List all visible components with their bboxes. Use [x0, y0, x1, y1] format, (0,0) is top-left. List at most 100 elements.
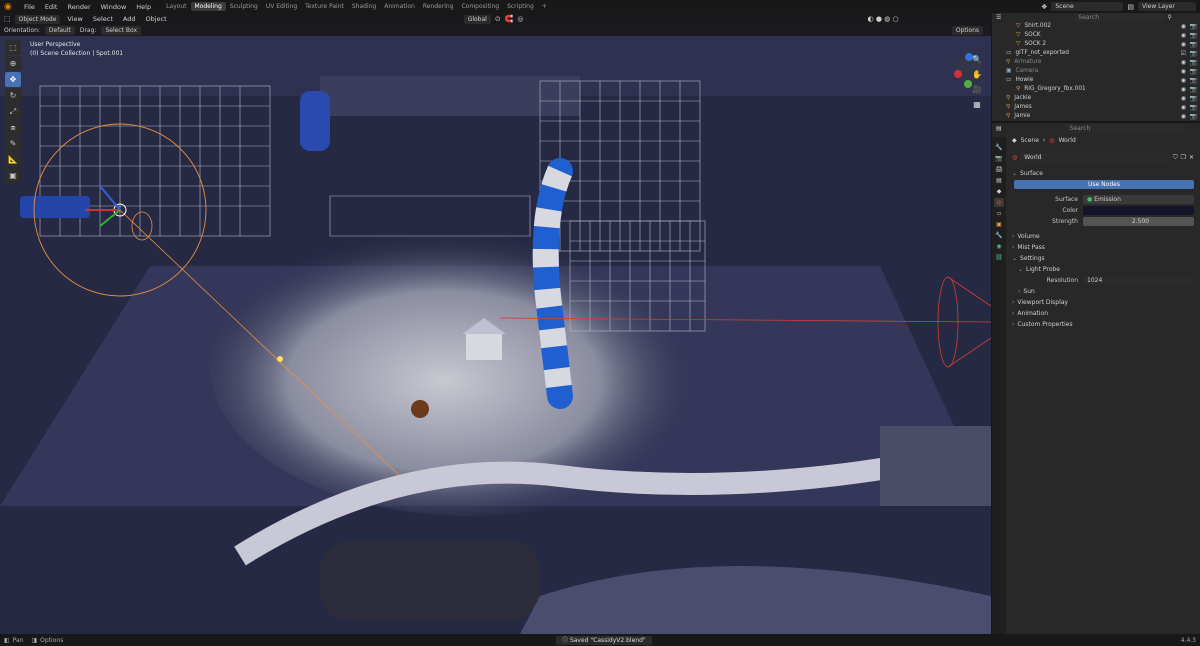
filter-icon[interactable]: ⚲ [1167, 14, 1171, 21]
3d-viewport[interactable]: ⬚ Object Mode View Select Add Object Glo… [0, 13, 991, 634]
outliner-search-input[interactable]: Search [1074, 13, 1165, 22]
scale-tool-icon[interactable]: ⤢ [5, 104, 21, 119]
visibility-eye-icon[interactable]: ◉ [1181, 22, 1186, 31]
outliner-editor-icon[interactable]: ☰ [996, 14, 1001, 21]
outliner-row[interactable]: ▽ SOCK ◉ 📷 [992, 31, 1200, 40]
visibility-eye-icon[interactable]: ◉ [1181, 40, 1186, 49]
world-name-field[interactable]: World [1020, 153, 1171, 162]
outliner-row[interactable]: ▽ Shirt.002 ◉ 📷 [992, 22, 1200, 31]
transform-tool-icon[interactable]: ⧈ [5, 120, 21, 135]
render-camera-icon[interactable]: 📷 [1190, 22, 1197, 31]
measure-tool-icon[interactable]: 📐 [5, 152, 21, 167]
world-browse-icon[interactable]: ◍ [1012, 154, 1017, 161]
close-icon[interactable]: ✕ [1189, 154, 1194, 161]
rotate-tool-icon[interactable]: ↻ [5, 88, 21, 103]
snap-icon[interactable]: 🧲 [505, 15, 514, 23]
tab-modeling[interactable]: Modeling [190, 2, 226, 11]
visibility-eye-icon[interactable]: ◉ [1181, 67, 1186, 76]
menu-window[interactable]: Window [96, 3, 132, 11]
viewport-menu-add[interactable]: Add [120, 15, 139, 23]
perspective-toggle-icon[interactable]: ▦ [973, 100, 981, 109]
menu-help[interactable]: Help [131, 3, 156, 11]
editor-type-icon[interactable]: ⬚ [4, 15, 11, 23]
options-dropdown[interactable]: Options [951, 26, 983, 35]
outliner-row[interactable]: ⚲ James ◉ 📷 [992, 103, 1200, 112]
render-camera-icon[interactable]: 📷 [1190, 85, 1197, 94]
render-camera-icon[interactable]: 📷 [1190, 94, 1197, 103]
outliner-row[interactable]: ⚲ Jackie ◉ 📷 [992, 94, 1200, 103]
tab-uv-editing[interactable]: UV Editing [262, 2, 301, 11]
mode-selector[interactable]: Object Mode [14, 14, 61, 24]
scene-selector[interactable]: Scene [1051, 2, 1124, 11]
world-tab-icon[interactable]: ◍ [994, 198, 1004, 207]
zoom-icon[interactable]: 🔍 [972, 55, 982, 64]
select-box-tool-icon[interactable]: ⬚ [5, 40, 21, 55]
tab-texture-paint[interactable]: Texture Paint [301, 2, 348, 11]
object-tab-icon[interactable]: ▣ [994, 220, 1004, 229]
tab-rendering[interactable]: Rendering [419, 2, 458, 11]
surface-section-header[interactable]: ⌄ Surface [1008, 168, 1200, 179]
tab-compositing[interactable]: Compositing [457, 2, 503, 11]
tab-scripting[interactable]: Scripting [503, 2, 538, 11]
camera-view-icon[interactable]: 🎥 [972, 85, 982, 94]
tab-layout[interactable]: Layout [162, 2, 190, 11]
render-camera-icon[interactable]: 📷 [1190, 58, 1197, 67]
mist-pass-section-header[interactable]: › Mist Pass [1008, 242, 1200, 253]
settings-section-header[interactable]: ⌄ Settings [1008, 253, 1200, 264]
pivot-icon[interactable]: ⊙ [495, 15, 501, 23]
render-camera-icon[interactable]: 📷 [1190, 76, 1197, 85]
annotate-tool-icon[interactable]: ✎ [5, 136, 21, 151]
animation-section-header[interactable]: › Animation [1008, 308, 1200, 319]
viewport-menu-object[interactable]: Object [143, 15, 170, 23]
tool-tab-icon[interactable]: 🔧 [994, 143, 1004, 152]
outliner-row[interactable]: ▽ SOCK 2 ◉ 📷 [992, 40, 1200, 49]
visibility-eye-icon[interactable]: ◉ [1181, 31, 1186, 40]
view-layer-selector[interactable]: View Layer [1138, 2, 1196, 11]
sun-subsection-header[interactable]: › Sun [1008, 286, 1200, 297]
render-camera-icon[interactable]: 📷 [1190, 103, 1197, 112]
visibility-eye-icon[interactable]: ◉ [1181, 103, 1186, 112]
outliner-row[interactable]: ▭ Howie ◉ 📷 [992, 76, 1200, 85]
add-workspace-button[interactable]: + [538, 2, 551, 11]
render-camera-icon[interactable]: 📷 [1190, 67, 1197, 76]
viewport-menu-select[interactable]: Select [90, 15, 116, 23]
cursor-tool-icon[interactable]: ⊕ [5, 56, 21, 71]
resolution-dropdown[interactable]: 1024 [1083, 276, 1194, 285]
visibility-eye-icon[interactable]: ◉ [1181, 94, 1186, 103]
surface-shader-field[interactable]: ● Emission [1083, 195, 1194, 204]
orientation-selector[interactable]: Default [44, 26, 75, 35]
render-tab-icon[interactable]: 📷 [994, 154, 1004, 163]
render-camera-icon[interactable]: 📷 [1190, 112, 1197, 121]
visibility-eye-icon[interactable]: ◉ [1181, 112, 1186, 121]
viewport-scene[interactable] [0, 36, 991, 634]
menu-file[interactable]: File [19, 3, 40, 11]
modifier-tab-icon[interactable]: 🔧 [994, 231, 1004, 240]
add-cube-tool-icon[interactable]: ▣ [5, 168, 21, 183]
pan-hand-icon[interactable]: ✋ [972, 70, 982, 79]
viewport-menu-view[interactable]: View [64, 15, 85, 23]
view-layer-tab-icon[interactable]: ▤ [994, 176, 1004, 185]
color-swatch[interactable] [1083, 206, 1194, 215]
visibility-eye-icon[interactable]: ◉ [1181, 85, 1186, 94]
visibility-eye-icon[interactable]: ◉ [1181, 76, 1186, 85]
tab-sculpting[interactable]: Sculpting [226, 2, 262, 11]
output-tab-icon[interactable]: 🖨 [994, 165, 1004, 174]
custom-properties-section-header[interactable]: › Custom Properties [1008, 319, 1200, 330]
scene-tab-icon[interactable]: ◆ [994, 187, 1004, 196]
outliner-row[interactable]: ⚲ Jamie ◉ 📷 [992, 112, 1200, 121]
outliner-row[interactable]: ⚲ Armature ◉ 📷 [992, 58, 1200, 67]
strength-field[interactable]: 2.500 [1083, 217, 1194, 226]
outliner-row[interactable]: ▭ glTF_not_exported ☑ 📷 [992, 49, 1200, 58]
render-camera-icon[interactable]: 📷 [1190, 49, 1197, 58]
proportional-editing-icon[interactable]: ◎ [517, 15, 523, 23]
use-nodes-button[interactable]: Use Nodes [1014, 180, 1194, 189]
menu-edit[interactable]: Edit [40, 3, 63, 11]
physics-tab-icon[interactable]: ◉ [994, 242, 1004, 251]
blender-logo-icon[interactable]: ◉ [4, 2, 16, 12]
tab-animation[interactable]: Animation [380, 2, 419, 11]
render-camera-icon[interactable]: 📷 [1190, 31, 1197, 40]
outliner-row[interactable]: ⚲ RIG_Gregory_fbx.001 ◉ 📷 [992, 85, 1200, 94]
duplicate-icon[interactable]: ❐ [1181, 154, 1186, 161]
drag-selector[interactable]: Select Box [101, 26, 142, 35]
constraints-tab-icon[interactable]: ⛓ [994, 253, 1004, 262]
